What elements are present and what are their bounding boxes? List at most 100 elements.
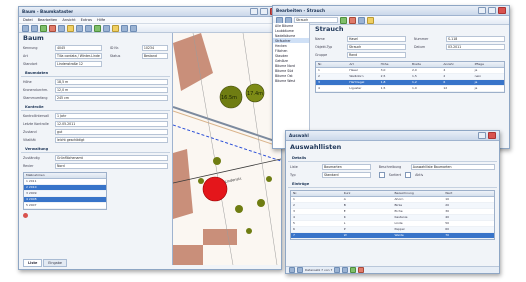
status-field[interactable]: Bestand: [141, 53, 168, 59]
letzte-kontrolle-field[interactable]: 12.05.2011: [55, 121, 168, 127]
entries-grid: Nr. Kurz Bezeichnung Wert 1 A Ahorn 10 2 B Bi…: [290, 190, 495, 240]
zoom-in-icon[interactable]: [94, 24, 101, 32]
grid-header[interactable]: Bezeichnung: [393, 191, 444, 196]
zustaendig-field[interactable]: Grünflächenamt: [55, 155, 168, 161]
close-icon[interactable]: [488, 132, 496, 139]
baumdaten-section-title: Baumdaten: [21, 70, 170, 77]
save-icon[interactable]: [40, 24, 47, 32]
standort-field[interactable]: Lindenstraße 12: [55, 61, 102, 67]
idnr-field[interactable]: 10234: [141, 45, 168, 51]
tree-symbol-selected[interactable]: [202, 176, 228, 202]
tree-symbol[interactable]: [246, 228, 252, 234]
gruppe-field[interactable]: Rand: [347, 52, 406, 58]
revier-field[interactable]: Nord: [55, 163, 168, 169]
tab-liste[interactable]: Liste: [23, 259, 43, 267]
new-icon[interactable]: [22, 24, 29, 32]
menu-datei[interactable]: Datei: [23, 18, 33, 22]
grid-header[interactable]: Höhe: [379, 62, 410, 67]
beschreibung-field[interactable]: Auswahlliste Baumarten: [410, 164, 495, 170]
typ-field[interactable]: Standard: [322, 172, 371, 178]
grid-header[interactable]: Anzahl: [441, 62, 472, 67]
close-icon[interactable]: [498, 7, 506, 14]
dialog-statusbar: Datensatz 7 von 7: [286, 266, 499, 273]
first-record-icon[interactable]: [289, 267, 295, 273]
menu-ansicht[interactable]: Ansicht: [62, 18, 75, 22]
map-view[interactable]: 16.5m 17.4m Lindenstr.: [172, 33, 281, 265]
art-label: Art: [23, 54, 28, 58]
grid-header[interactable]: Wert: [443, 191, 494, 196]
minimize-icon[interactable]: [478, 132, 486, 139]
add-record-icon[interactable]: [350, 267, 357, 273]
hoehe-field[interactable]: 18,5 m: [55, 79, 168, 85]
tree-symbol[interactable]: [198, 178, 204, 184]
tree-symbol[interactable]: [266, 176, 272, 182]
objekttyp-field[interactable]: Strauch: [347, 44, 406, 50]
pan-icon[interactable]: [112, 24, 119, 32]
name-field[interactable]: Hasel: [347, 36, 406, 42]
vitalitaet-field[interactable]: leicht geschädigt: [55, 137, 168, 143]
minimize-icon[interactable]: [478, 7, 486, 14]
art-field[interactable]: Tilia cordata / Winter-Linde: [55, 53, 102, 59]
table-row[interactable]: 4 Liguster 1,5 1,0 12 ja: [316, 86, 504, 92]
select-icon[interactable]: [121, 24, 128, 32]
aktiv-checkbox[interactable]: [405, 172, 412, 178]
gruppe-label: Gruppe: [315, 53, 328, 57]
minimize-icon[interactable]: [250, 8, 258, 15]
strauch-titlebar[interactable]: Bearbeiten - Strauch: [273, 6, 509, 16]
grid-header[interactable]: Nr.: [291, 191, 342, 196]
krone-field[interactable]: 12,0 m: [55, 87, 168, 93]
stamm-label: Stammumfang: [23, 96, 48, 100]
tree-symbol[interactable]: [213, 157, 221, 165]
datum-field[interactable]: 03.2011: [446, 44, 505, 50]
menu-bearbeiten[interactable]: Bearbeiten: [38, 18, 58, 22]
kennung-field[interactable]: 4045: [55, 45, 102, 51]
list-item[interactable]: 5 2007: [24, 203, 106, 209]
sortiert-checkbox[interactable]: [378, 172, 385, 178]
back-icon[interactable]: [76, 24, 83, 32]
map-canvas[interactable]: 16.5m 17.4m Lindenstr.: [173, 33, 281, 265]
last-record-icon[interactable]: [342, 267, 349, 273]
dialog-titlebar[interactable]: Auswahl: [286, 131, 499, 141]
delete-icon[interactable]: [49, 24, 56, 32]
maximize-icon[interactable]: [260, 8, 268, 15]
zoom-out-icon[interactable]: [103, 24, 110, 32]
zustand-field[interactable]: gut: [55, 129, 168, 135]
typ-label: Typ: [290, 173, 296, 177]
beschreibung-label: Beschreibung: [378, 165, 402, 169]
sortiert-label: Sortiert: [388, 173, 402, 177]
grid-header[interactable]: Nr.: [316, 62, 347, 67]
nummer-field[interactable]: S-118: [446, 36, 505, 42]
menu-extras[interactable]: Extras: [81, 18, 92, 22]
intervall-field[interactable]: 1 Jahr: [55, 113, 168, 119]
table-row[interactable]: 7 W Weide 70: [291, 233, 494, 239]
measure-icon[interactable]: [130, 24, 137, 32]
tree-symbol[interactable]: [257, 199, 265, 207]
liste-field[interactable]: Baumarten: [322, 164, 371, 170]
tab-eingabe[interactable]: Eingabe: [43, 259, 67, 267]
search-icon[interactable]: [67, 24, 74, 32]
print-icon[interactable]: [58, 24, 65, 32]
verwaltung-section-title: Verwaltung: [21, 146, 170, 153]
next-record-icon[interactable]: [334, 267, 341, 273]
tree-item[interactable]: Bäume West: [273, 78, 309, 83]
main-titlebar[interactable]: Baum - Baumkataster: [19, 7, 281, 17]
tree-symbol[interactable]: [235, 205, 243, 213]
delete-row-icon[interactable]: [23, 213, 28, 218]
grid-header[interactable]: Kurz: [342, 191, 393, 196]
maximize-icon[interactable]: [488, 7, 496, 14]
prev-record-icon[interactable]: [297, 267, 303, 273]
building-3: [203, 229, 237, 245]
tree-label: 16.5m: [221, 95, 237, 101]
kennung-label: Kennung: [23, 46, 38, 50]
stamm-field[interactable]: 245 cm: [55, 95, 168, 101]
remove-record-icon[interactable]: [358, 267, 365, 273]
open-icon[interactable]: [31, 24, 38, 32]
grid-header[interactable]: Pflege: [473, 62, 504, 67]
grid-header[interactable]: Breite: [410, 62, 441, 67]
menu-hilfe[interactable]: Hilfe: [97, 18, 105, 22]
status-label: Status: [109, 54, 121, 58]
massnahmen-list: Maßnahmen 1 2011 2 2010 3 2009 4 2008 5 …: [23, 172, 107, 210]
grid-header[interactable]: Art: [347, 62, 378, 67]
strauch-window: Bearbeiten - Strauch Strauch Alle Bäume …: [272, 5, 510, 149]
forward-icon[interactable]: [85, 24, 92, 32]
